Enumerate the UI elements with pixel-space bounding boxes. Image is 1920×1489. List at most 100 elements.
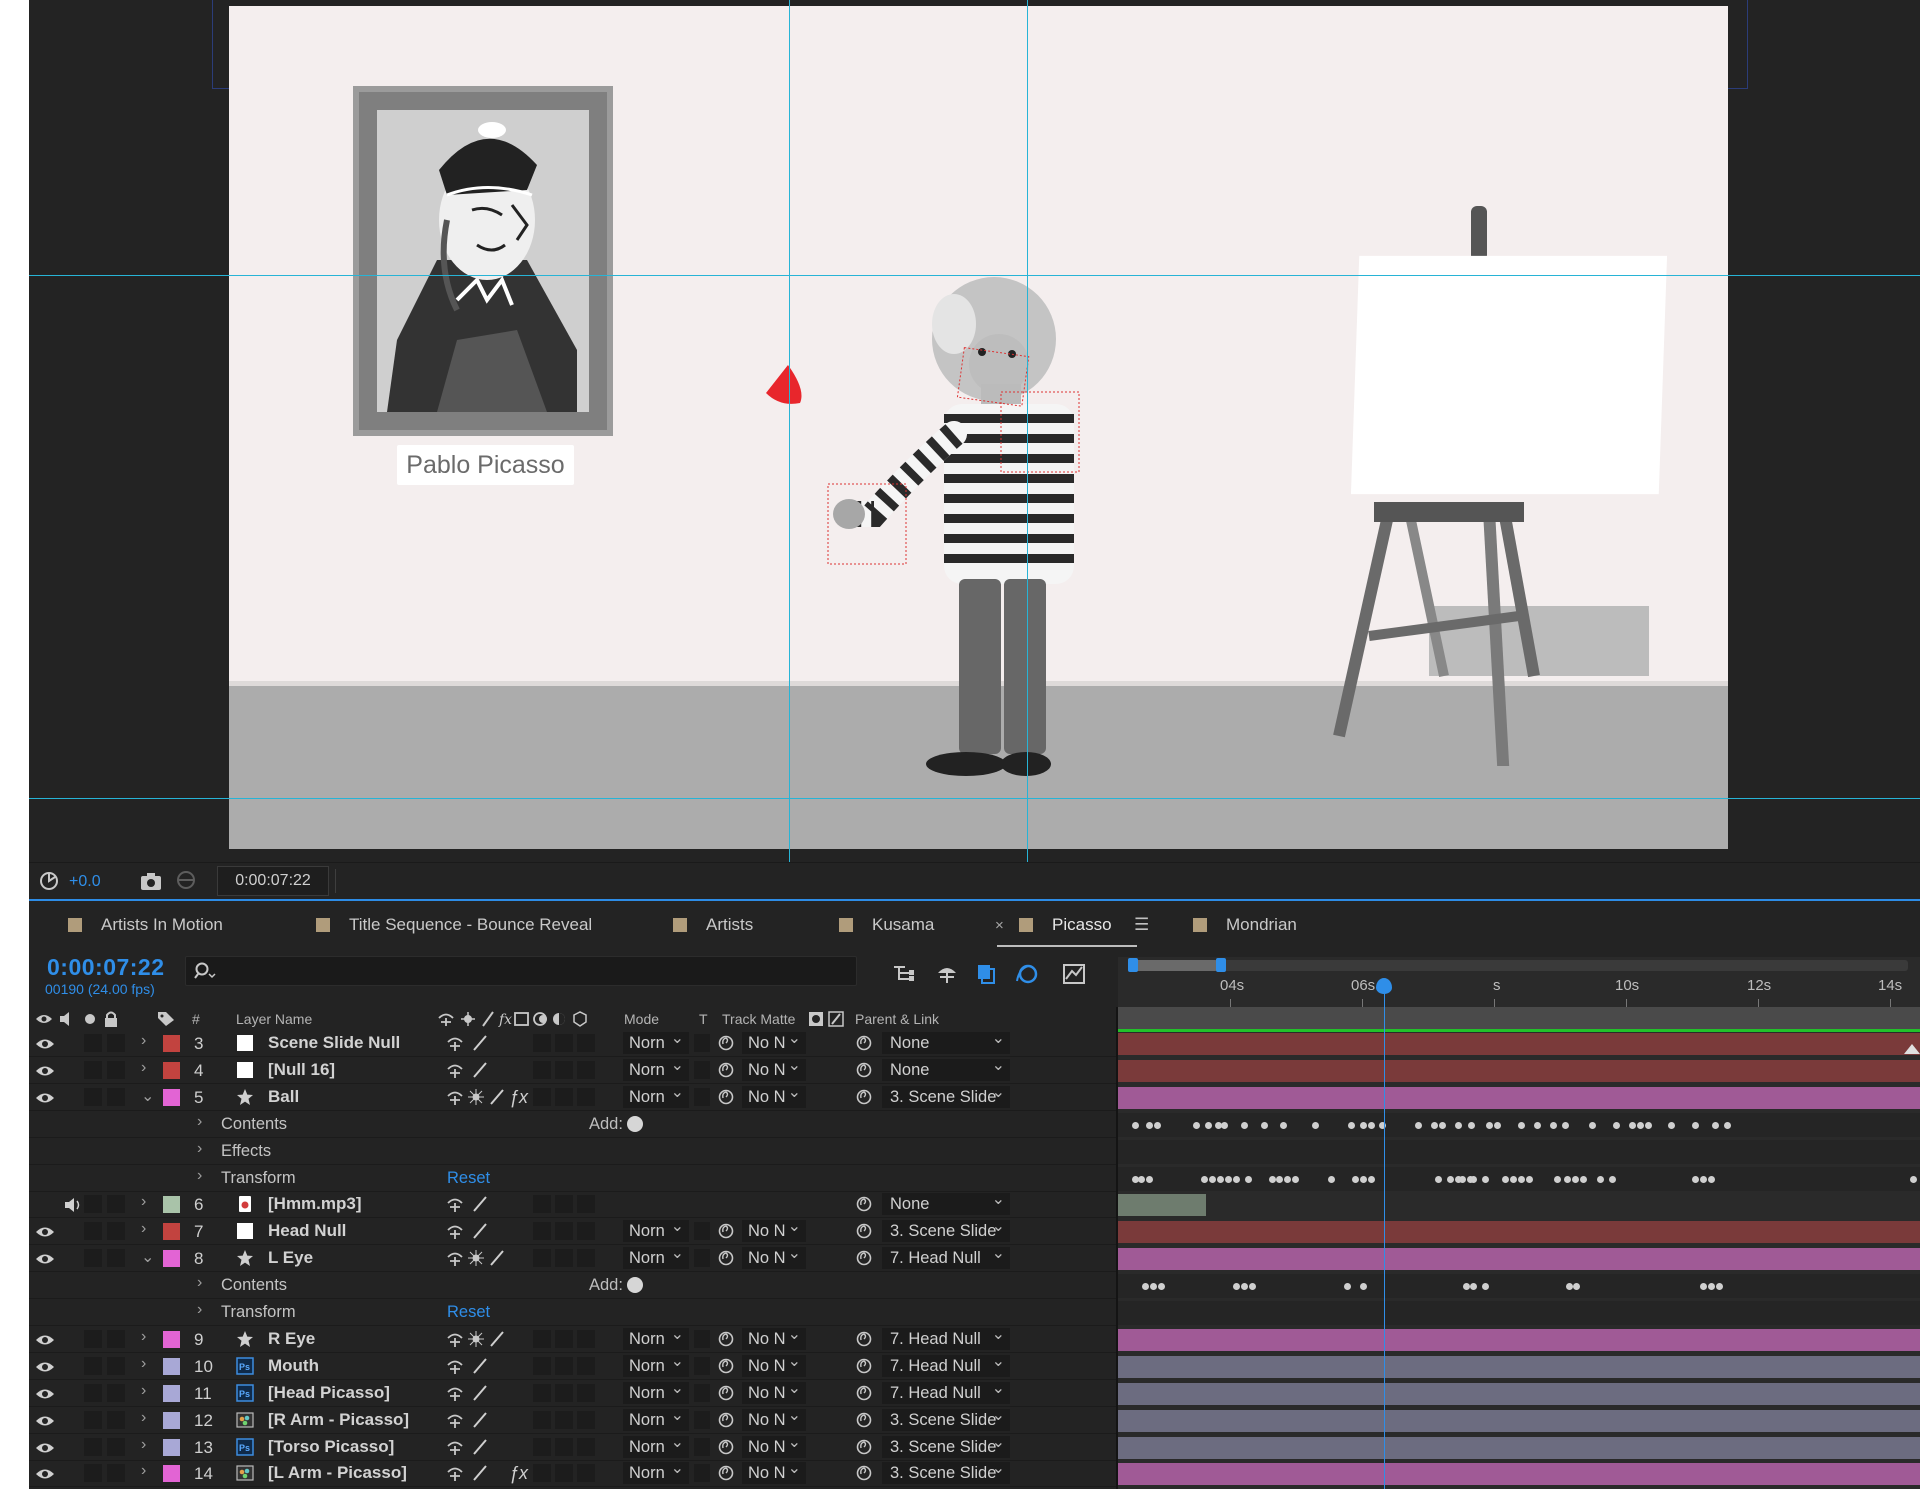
track-matte-pickwhip-icon[interactable] xyxy=(717,1061,735,1079)
guide-horizontal[interactable] xyxy=(29,275,1920,276)
switches-header-icons[interactable]: fx xyxy=(437,1011,587,1027)
twirl-closed-icon[interactable]: › xyxy=(197,1113,202,1131)
layer-row-l-arm-picasso[interactable]: › 14 [L Arm - Picasso] ƒx Norn No N 3. Scene S… xyxy=(29,1458,1118,1488)
quality-switch-icon[interactable] xyxy=(472,1034,488,1052)
video-visibility-eye-icon[interactable] xyxy=(35,1359,55,1373)
keyframe-marker[interactable] xyxy=(1217,1175,1224,1183)
lock-toggle[interactable] xyxy=(107,1437,125,1456)
keyframe-marker[interactable] xyxy=(1138,1175,1145,1183)
keyframe-marker[interactable] xyxy=(1142,1283,1149,1291)
layer-label-color[interactable] xyxy=(163,1357,180,1375)
keyframe-marker[interactable] xyxy=(1482,1283,1489,1291)
video-visibility-eye-icon[interactable] xyxy=(35,1090,55,1104)
keyframe-marker[interactable] xyxy=(1280,1121,1287,1129)
blend-mode-select[interactable]: Norn xyxy=(623,1082,689,1108)
track-matte-select[interactable]: No N xyxy=(742,1324,806,1350)
quality-switch-icon[interactable] xyxy=(472,1061,488,1079)
keyframe-marker[interactable] xyxy=(1629,1121,1636,1129)
property-keyframe-track[interactable] xyxy=(1118,1166,1920,1191)
quality-switch-icon[interactable] xyxy=(472,1438,488,1456)
keyframe-marker[interactable] xyxy=(1348,1121,1355,1129)
add-property-button[interactable] xyxy=(627,1115,643,1132)
keyframe-marker[interactable] xyxy=(1597,1175,1604,1183)
keyframe-marker[interactable] xyxy=(1201,1175,1208,1183)
track-matte-pickwhip-icon[interactable] xyxy=(717,1034,735,1052)
add-property-button[interactable] xyxy=(627,1277,643,1294)
keyframe-marker[interactable] xyxy=(1692,1121,1699,1129)
keyframe-marker[interactable] xyxy=(1439,1121,1446,1129)
layer-duration-bar[interactable] xyxy=(1118,1409,1920,1432)
keyframe-marker[interactable] xyxy=(1284,1175,1291,1183)
parent-pickwhip-icon[interactable] xyxy=(855,1061,873,1079)
layer-row-null-16[interactable]: › 4 [Null 16] Norn No N None xyxy=(29,1055,1118,1084)
solo-toggle[interactable] xyxy=(84,1222,102,1241)
layer-duration-bar[interactable] xyxy=(1118,1355,1920,1378)
layer-name[interactable]: Head Null xyxy=(268,1221,346,1241)
adjustment-layer-switch[interactable] xyxy=(555,1410,573,1429)
keyframe-marker[interactable] xyxy=(1146,1121,1153,1129)
video-visibility-eye-icon[interactable] xyxy=(35,1440,55,1454)
blend-mode-select[interactable]: Norn xyxy=(623,1243,689,1270)
shy-switch-icon[interactable] xyxy=(446,1249,464,1267)
keyframe-marker[interactable] xyxy=(1550,1121,1557,1129)
keyframe-marker[interactable] xyxy=(1360,1283,1367,1291)
keyframe-marker[interactable] xyxy=(1352,1175,1359,1183)
layer-bar-track[interactable] xyxy=(1118,1355,1920,1379)
motion-blur-switch[interactable] xyxy=(533,1249,551,1268)
shy-switch-icon[interactable] xyxy=(446,1195,464,1213)
lock-toggle[interactable] xyxy=(107,1249,125,1268)
adjustment-layer-switch[interactable] xyxy=(555,1249,573,1268)
track-matte-select[interactable]: No N xyxy=(742,1432,806,1458)
column-header-preserve-transparency[interactable]: T xyxy=(699,1011,708,1027)
adjustment-layer-switch[interactable] xyxy=(555,1329,573,1348)
blend-mode-select[interactable]: Norn xyxy=(623,1055,689,1081)
keyframe-marker[interactable] xyxy=(1459,1175,1466,1183)
layer-duration-bar[interactable] xyxy=(1118,1033,1920,1055)
layer-label-color[interactable] xyxy=(163,1250,180,1268)
property-keyframe-track[interactable] xyxy=(1118,1301,1920,1325)
motion-blur-switch[interactable] xyxy=(533,1195,551,1214)
composition-mini-flowchart-icon[interactable] xyxy=(891,961,917,987)
keyframe-marker[interactable] xyxy=(1233,1283,1240,1291)
parent-select[interactable]: None xyxy=(882,1189,1010,1216)
track-matte-select[interactable]: No N xyxy=(742,1028,806,1054)
layer-row-r-eye[interactable]: › 9 R Eye Norn No N 7. Head Null xyxy=(29,1324,1118,1353)
shy-switch-icon[interactable] xyxy=(446,1330,464,1348)
lock-toggle[interactable] xyxy=(107,1464,125,1483)
keyframe-marker[interactable] xyxy=(1221,1121,1228,1129)
lock-toggle[interactable] xyxy=(107,1222,125,1241)
twirl-closed-icon[interactable]: › xyxy=(197,1140,202,1158)
keyframe-marker[interactable] xyxy=(1526,1175,1533,1183)
track-matte-pickwhip-icon[interactable] xyxy=(717,1249,735,1267)
tab-mondrian[interactable]: Mondrian xyxy=(1193,909,1297,941)
keyframe-marker[interactable] xyxy=(1712,1121,1719,1129)
track-matte-select[interactable]: No N xyxy=(742,1378,806,1404)
lock-toggle[interactable] xyxy=(107,1195,125,1214)
guide-horizontal[interactable] xyxy=(29,798,1920,799)
adjustment-layer-switch[interactable] xyxy=(555,1060,573,1079)
property-keyframe-track[interactable] xyxy=(1118,1112,1920,1137)
keyframe-marker[interactable] xyxy=(1225,1175,1232,1183)
keyframe-marker[interactable] xyxy=(1241,1283,1248,1291)
quality-switch-icon[interactable] xyxy=(472,1357,488,1375)
video-visibility-eye-icon[interactable] xyxy=(35,1036,55,1050)
keyframe-marker[interactable] xyxy=(1468,1121,1475,1129)
solo-header-icon[interactable] xyxy=(85,1014,95,1024)
parent-pickwhip-icon[interactable] xyxy=(855,1330,873,1348)
keyframe-marker[interactable] xyxy=(1482,1175,1489,1183)
tab-artists[interactable]: Artists xyxy=(673,909,753,941)
property-group-name[interactable]: Effects xyxy=(221,1142,271,1161)
track-matte-select[interactable]: No N xyxy=(742,1405,806,1431)
blend-mode-select[interactable]: Norn xyxy=(623,1405,689,1431)
layer-bar-track[interactable] xyxy=(1118,1220,1920,1244)
property-group-name[interactable]: Transform xyxy=(221,1169,296,1188)
property-group-contents[interactable]: › Contents Add: xyxy=(29,1273,1118,1300)
solo-toggle[interactable] xyxy=(84,1383,102,1402)
track-matte-pickwhip-icon[interactable] xyxy=(717,1384,735,1402)
guide-vertical[interactable] xyxy=(1027,0,1028,862)
track-matte-select[interactable]: No N xyxy=(742,1082,806,1108)
layer-name[interactable]: L Eye xyxy=(268,1248,313,1268)
effects-switch-icon[interactable]: ƒx xyxy=(509,1463,528,1484)
preserve-transparency-toggle[interactable] xyxy=(694,1410,710,1429)
preserve-transparency-toggle[interactable] xyxy=(694,1087,710,1106)
